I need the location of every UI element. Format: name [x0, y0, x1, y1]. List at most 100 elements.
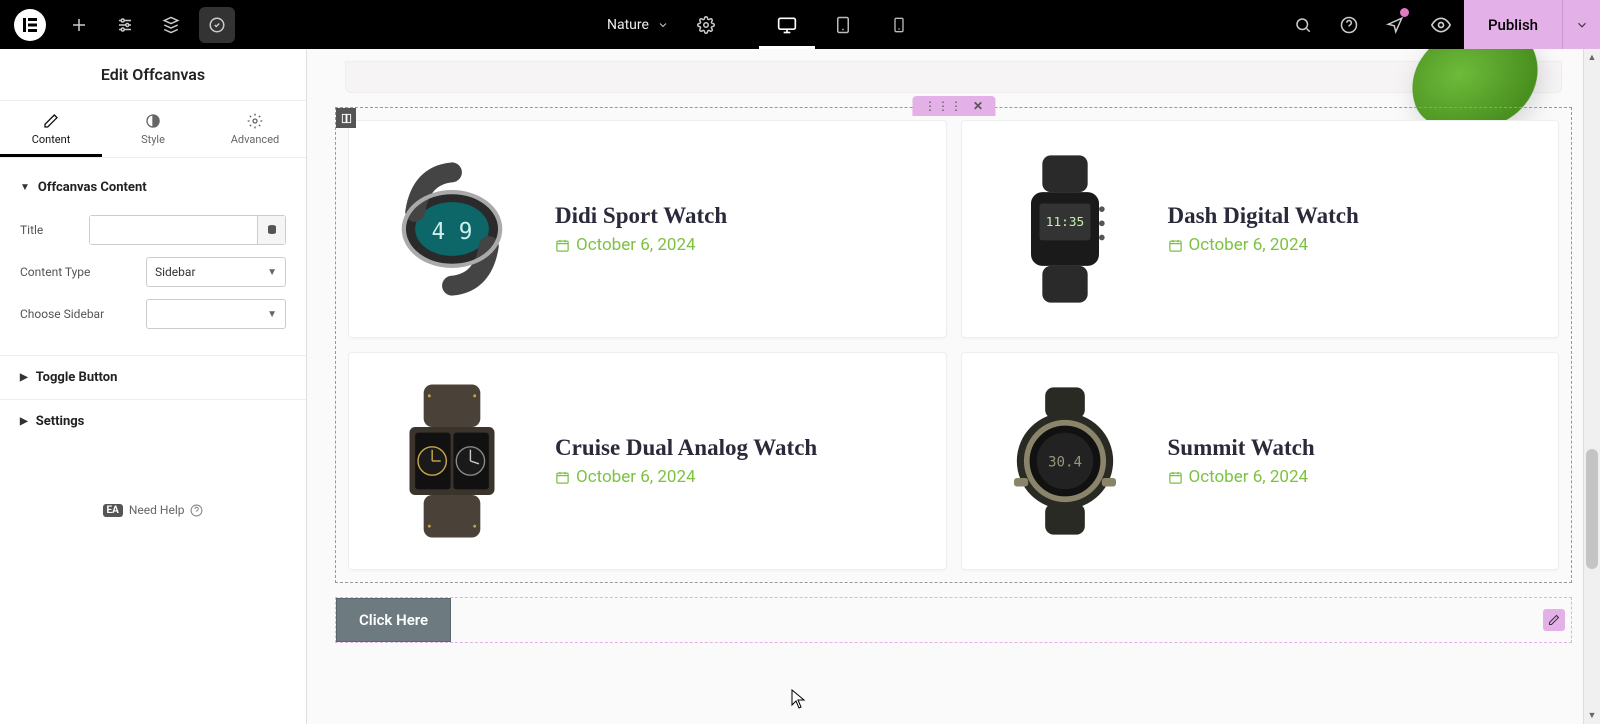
site-settings-button[interactable] [102, 0, 148, 49]
tab-content[interactable]: Content [0, 101, 102, 157]
preview-button[interactable] [1418, 0, 1464, 49]
scroll-down[interactable]: ▼ [1584, 707, 1600, 724]
product-title: Dash Digital Watch [1168, 203, 1359, 229]
offcanvas-toggle-button[interactable]: Click Here [336, 598, 451, 642]
section-handle[interactable]: ⋮⋮⋮ ✕ [912, 96, 995, 116]
product-card[interactable]: Cruise Dual Analog Watch October 6, 2024 [348, 352, 947, 570]
editor-sidebar: Edit Offcanvas Content Style Advanced ▼ … [0, 49, 307, 724]
help-button[interactable] [1326, 0, 1372, 49]
caret-down-icon: ▼ [20, 182, 30, 193]
product-title: Didi Sport Watch [555, 203, 727, 229]
theme-name-label: Nature [607, 17, 649, 33]
section-settings[interactable]: ▶ Settings [0, 399, 306, 443]
mouse-cursor [791, 689, 807, 709]
scroll-up[interactable]: ▲ [1584, 49, 1600, 66]
publish-group: Publish [1464, 0, 1600, 49]
product-body: Didi Sport Watch October 6, 2024 [537, 203, 727, 255]
title-input-wrap [89, 215, 286, 245]
product-image: 11:35 [980, 144, 1150, 314]
product-card[interactable]: 11:35 Dash Digital Watch October 6, 2024 [961, 120, 1560, 338]
vertical-scrollbar[interactable]: ▲ ▼ [1583, 49, 1600, 724]
chevron-down-icon [1575, 18, 1589, 32]
notifications-button[interactable] [1372, 0, 1418, 49]
drag-handle-icon[interactable]: ⋮⋮⋮ [924, 99, 963, 113]
offcanvas-widget[interactable]: Click Here [335, 597, 1572, 643]
history-button[interactable] [199, 7, 235, 43]
title-input[interactable] [90, 216, 257, 244]
product-card[interactable]: 4 9 Didi Sport Watch October 6, 2024 [348, 120, 947, 338]
product-image: 30.4 [980, 376, 1150, 546]
product-date: October 6, 2024 [555, 467, 817, 487]
tab-style[interactable]: Style [102, 101, 204, 157]
page-settings-button[interactable] [683, 0, 729, 49]
product-image: 4 9 [367, 144, 537, 314]
elementor-logo[interactable] [14, 9, 46, 41]
device-desktop[interactable] [759, 0, 815, 49]
section-offcanvas-content[interactable]: ▼ Offcanvas Content [20, 172, 286, 203]
delete-section-button[interactable]: ✕ [973, 99, 983, 113]
svg-text:4 9: 4 9 [432, 219, 473, 245]
product-date: October 6, 2024 [555, 235, 727, 255]
notification-dot [1400, 8, 1409, 17]
section-products[interactable]: ⋮⋮⋮ ✕ 4 9 Didi Sport Watch October 6, 20… [335, 107, 1572, 583]
select-value: Sidebar [155, 265, 196, 279]
field-choose-sidebar: Choose Sidebar ▼ [20, 299, 286, 329]
scroll-thumb[interactable] [1586, 449, 1598, 569]
device-tablet[interactable] [815, 0, 871, 49]
dynamic-tags-button[interactable] [257, 216, 285, 244]
product-title: Cruise Dual Analog Watch [555, 435, 817, 461]
pencil-icon [1548, 614, 1560, 626]
column-handle[interactable] [336, 108, 356, 128]
caret-right-icon: ▶ [20, 416, 28, 427]
chevron-down-icon: ▼ [267, 309, 277, 320]
help-label: Need Help [129, 503, 185, 517]
section-label: Offcanvas Content [38, 180, 147, 195]
section-toggle-button[interactable]: ▶ Toggle Button [0, 355, 306, 399]
chevron-down-icon [657, 19, 669, 31]
section-label: Toggle Button [36, 370, 118, 385]
add-element-button[interactable] [56, 0, 102, 49]
choose-sidebar-select[interactable]: ▼ [146, 299, 286, 329]
product-card[interactable]: 30.4 Summit Watch October 6, 2024 [961, 352, 1560, 570]
responsive-devices [759, 0, 927, 49]
topbar-left [0, 0, 240, 49]
svg-text:11:35: 11:35 [1045, 215, 1083, 230]
product-date: October 6, 2024 [1168, 467, 1315, 487]
chevron-down-icon: ▼ [267, 267, 277, 278]
tab-label: Style [141, 133, 165, 146]
structure-button[interactable] [148, 0, 194, 49]
edit-widget-button[interactable] [1543, 609, 1565, 631]
product-date: October 6, 2024 [1168, 235, 1359, 255]
offcanvas-content-section: ▼ Offcanvas Content Title Content Type S… [0, 158, 306, 355]
product-image [367, 376, 537, 546]
gear-icon [247, 113, 263, 129]
caret-right-icon: ▶ [20, 372, 28, 383]
header-strip [345, 61, 1562, 93]
help-badge: EA [103, 504, 123, 517]
topbar-right: Publish [1280, 0, 1600, 49]
editor-tabs: Content Style Advanced [0, 101, 306, 158]
tab-advanced[interactable]: Advanced [204, 101, 306, 157]
product-body: Summit Watch October 6, 2024 [1150, 435, 1315, 487]
product-grid: 4 9 Didi Sport Watch October 6, 2024 11:… [348, 120, 1559, 570]
tab-label: Advanced [231, 133, 279, 146]
pencil-icon [43, 113, 59, 129]
theme-selector[interactable]: Nature [593, 0, 683, 49]
field-label: Choose Sidebar [20, 307, 130, 321]
question-icon [190, 504, 203, 517]
sidebar-title: Edit Offcanvas [0, 49, 306, 101]
field-label: Title [20, 223, 89, 237]
content-type-select[interactable]: Sidebar ▼ [146, 257, 286, 287]
topbar: Nature Publish [0, 0, 1600, 49]
section-label: Settings [36, 414, 85, 429]
style-icon [145, 113, 161, 129]
product-title: Summit Watch [1168, 435, 1315, 461]
publish-options-button[interactable] [1562, 0, 1600, 49]
need-help[interactable]: EA Need Help [0, 503, 306, 517]
publish-button[interactable]: Publish [1464, 0, 1562, 49]
field-label: Content Type [20, 265, 130, 279]
device-mobile[interactable] [871, 0, 927, 49]
canvas[interactable]: ⋮⋮⋮ ✕ 4 9 Didi Sport Watch October 6, 20… [307, 49, 1600, 724]
svg-text:30.4: 30.4 [1047, 455, 1081, 471]
search-button[interactable] [1280, 0, 1326, 49]
